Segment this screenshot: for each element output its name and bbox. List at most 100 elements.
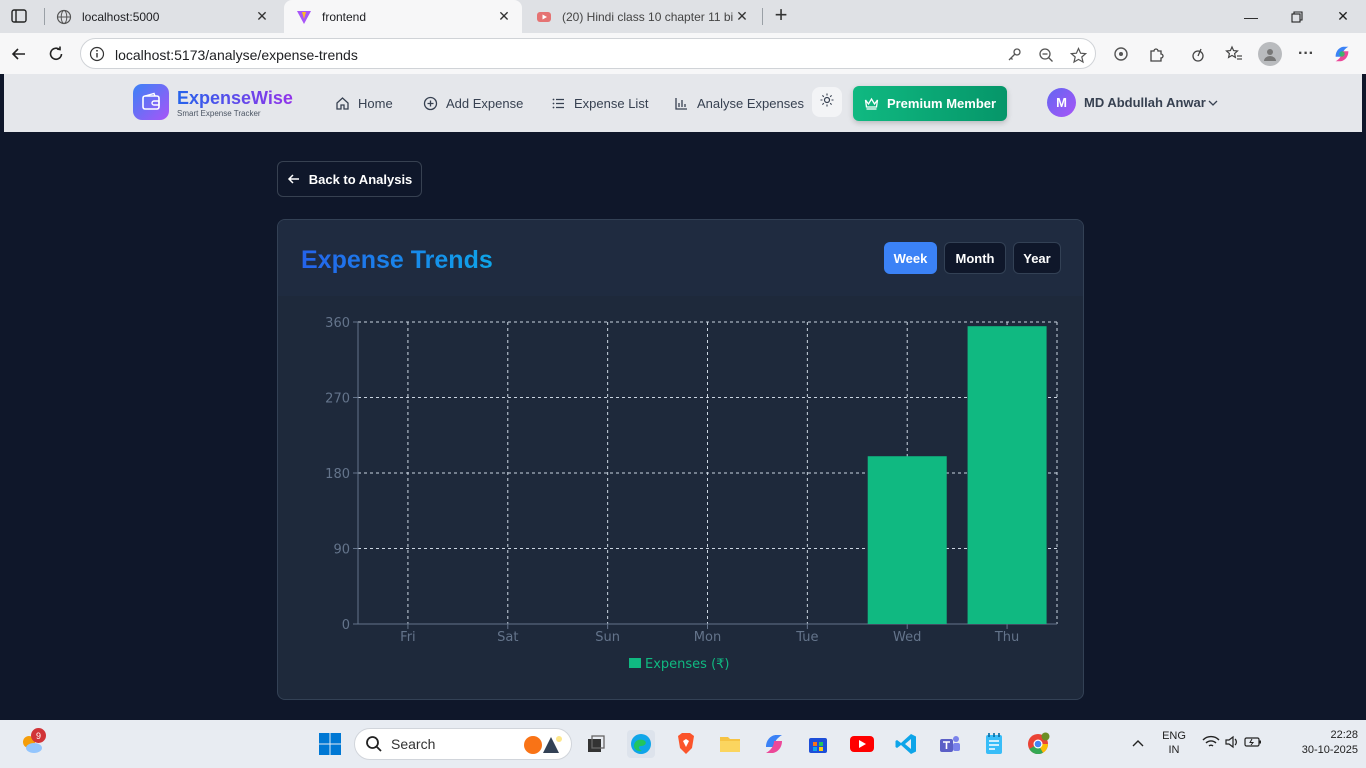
search-highlight-icon bbox=[519, 731, 567, 757]
performance-icon[interactable] bbox=[1188, 44, 1208, 64]
clock-time: 22:28 bbox=[1330, 729, 1358, 741]
notepad-icon[interactable] bbox=[980, 730, 1008, 758]
system-tray-icons[interactable] bbox=[1200, 730, 1264, 758]
close-icon[interactable]: ✕ bbox=[496, 8, 512, 25]
close-icon[interactable]: ✕ bbox=[254, 8, 270, 25]
wallet-logo-icon[interactable] bbox=[133, 84, 169, 120]
page-title: Expense Trends bbox=[301, 246, 493, 274]
lang-top: ENG bbox=[1162, 730, 1186, 742]
premium-member-button[interactable]: Premium Member bbox=[853, 86, 1007, 121]
wifi-icon bbox=[1202, 734, 1220, 755]
premium-label: Premium Member bbox=[886, 96, 997, 111]
x-tick-label: Mon bbox=[694, 630, 721, 645]
volume-icon bbox=[1224, 734, 1240, 755]
bar-chart-icon bbox=[673, 95, 689, 111]
bar-wed bbox=[867, 456, 947, 624]
close-icon[interactable]: ✕ bbox=[734, 8, 750, 25]
brave-browser-icon[interactable] bbox=[672, 730, 700, 758]
vscode-icon[interactable] bbox=[892, 730, 920, 758]
back-arrow-icon[interactable] bbox=[8, 43, 30, 65]
minimize-button[interactable]: — bbox=[1228, 0, 1274, 33]
profile-avatar-icon[interactable] bbox=[1258, 42, 1282, 66]
chevron-up-icon[interactable] bbox=[1124, 730, 1152, 758]
theme-toggle-button[interactable] bbox=[812, 87, 842, 117]
x-tick-label: Wed bbox=[893, 630, 921, 645]
language-indicator[interactable]: ENG IN bbox=[1158, 730, 1190, 756]
browser-tab-localhost[interactable]: localhost:5000 ✕ bbox=[44, 0, 280, 33]
legend-label: Expenses (₹) bbox=[645, 657, 730, 672]
y-tick-label: 0 bbox=[342, 618, 350, 633]
nav-label: Expense List bbox=[574, 95, 649, 111]
nav-home[interactable]: Home bbox=[334, 94, 393, 112]
address-bar[interactable]: localhost:5173/analyse/expense-trends bbox=[80, 38, 1096, 69]
more-menu-icon[interactable]: ··· bbox=[1296, 44, 1316, 64]
x-tick-label: Thu bbox=[994, 630, 1019, 645]
bar-thu bbox=[967, 326, 1047, 624]
battery-icon bbox=[1244, 735, 1262, 754]
zoom-out-icon[interactable] bbox=[1037, 46, 1055, 64]
expense-bar-chart: 0 90 180 270 360 Fri Sat Sun Mon Tue Wed Thu Expense… bbox=[325, 316, 1058, 672]
list-icon bbox=[550, 95, 566, 111]
favorite-star-icon[interactable] bbox=[1069, 46, 1087, 64]
sun-icon bbox=[820, 93, 834, 112]
home-icon bbox=[334, 95, 350, 111]
microsoft-store-icon[interactable] bbox=[804, 730, 832, 758]
file-explorer-icon[interactable] bbox=[716, 730, 744, 758]
arrow-left-icon bbox=[287, 172, 301, 186]
puzzle-extensions-icon[interactable] bbox=[1147, 44, 1167, 64]
copilot-taskbar-icon[interactable] bbox=[760, 730, 788, 758]
x-tick-label: Tue bbox=[795, 630, 818, 645]
globe-icon bbox=[56, 9, 72, 25]
search-placeholder: Search bbox=[391, 736, 436, 752]
lang-bottom: IN bbox=[1168, 744, 1180, 756]
nav-add-expense[interactable]: Add Expense bbox=[422, 94, 523, 112]
browser-toolbar: localhost:5173/analyse/expense-trends ··… bbox=[0, 33, 1366, 74]
nav-analyse-expenses[interactable]: Analyse Expenses bbox=[673, 94, 804, 112]
brand-name[interactable]: ExpenseWise bbox=[177, 88, 293, 109]
restore-button[interactable] bbox=[1274, 0, 1320, 33]
browser-tab-youtube[interactable]: (20) Hindi class 10 chapter 11 bih ✕ bbox=[524, 0, 760, 33]
browser-tab-strip: localhost:5000 ✕ frontend ✕ (20) Hindi c… bbox=[0, 0, 1366, 33]
new-tab-button[interactable]: + bbox=[770, 4, 792, 27]
legend-swatch bbox=[629, 658, 641, 668]
tab-title: (20) Hindi class 10 chapter 11 bih bbox=[562, 9, 734, 24]
task-view-icon[interactable] bbox=[582, 730, 610, 758]
tab-title: frontend bbox=[322, 9, 367, 24]
tab-actions-icon[interactable] bbox=[10, 7, 28, 25]
y-tick-label: 180 bbox=[325, 467, 350, 482]
back-label: Back to Analysis bbox=[308, 171, 413, 187]
x-tick-label: Fri bbox=[400, 630, 416, 645]
card-header: Expense Trends Week Month Year bbox=[278, 220, 1083, 296]
chrome-icon[interactable] bbox=[1024, 730, 1052, 758]
user-name[interactable]: MD Abdullah Anwar bbox=[1084, 95, 1206, 110]
notification-badge: 9 bbox=[31, 728, 46, 743]
clock[interactable]: 22:28 30-10-2025 bbox=[1278, 729, 1358, 756]
site-info-icon[interactable] bbox=[89, 46, 105, 62]
copilot-icon[interactable] bbox=[1332, 44, 1352, 64]
brand-tagline: Smart Expense Tracker bbox=[177, 109, 261, 118]
favorites-icon[interactable] bbox=[1224, 44, 1244, 64]
nav-label: Add Expense bbox=[446, 95, 524, 111]
chevron-down-icon[interactable] bbox=[1207, 96, 1219, 108]
edge-browser-icon[interactable] bbox=[627, 730, 655, 758]
nav-expense-list[interactable]: Expense List bbox=[550, 94, 648, 112]
app-header: ExpenseWise Smart Expense Tracker Home A… bbox=[4, 74, 1362, 132]
back-to-analysis-button[interactable]: Back to Analysis bbox=[277, 161, 422, 197]
app-viewport: ExpenseWise Smart Expense Tracker Home A… bbox=[4, 74, 1362, 716]
refresh-icon[interactable] bbox=[45, 43, 67, 65]
user-avatar[interactable]: M bbox=[1047, 88, 1076, 117]
key-icon[interactable] bbox=[1005, 46, 1023, 64]
search-icon bbox=[365, 735, 383, 753]
youtube-icon bbox=[536, 9, 552, 25]
youtube-app-icon[interactable] bbox=[848, 730, 876, 758]
range-month-button[interactable]: Month bbox=[944, 242, 1006, 274]
range-week-button[interactable]: Week bbox=[884, 242, 937, 274]
tab-title: localhost:5000 bbox=[82, 9, 160, 24]
windows-start-icon[interactable] bbox=[316, 730, 344, 758]
extension-icon[interactable] bbox=[1111, 44, 1131, 64]
close-window-button[interactable]: ✕ bbox=[1320, 0, 1366, 33]
teams-icon[interactable] bbox=[936, 730, 964, 758]
taskbar-search-box[interactable]: Search bbox=[354, 728, 572, 760]
browser-tab-frontend[interactable]: frontend ✕ bbox=[284, 0, 522, 33]
range-year-button[interactable]: Year bbox=[1013, 242, 1061, 274]
